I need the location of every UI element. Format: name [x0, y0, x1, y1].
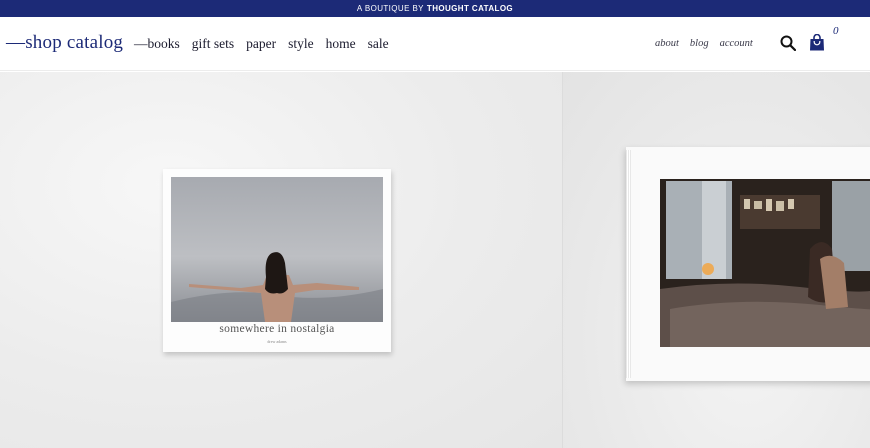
site-logo[interactable]: —shop catalog — [6, 32, 123, 54]
site-header: —shop catalog —books gift sets paper sty… — [0, 17, 870, 71]
nav-item-gift-sets[interactable]: gift sets — [192, 36, 234, 52]
book-open-spread[interactable] — [626, 147, 870, 381]
search-icon[interactable] — [780, 35, 797, 52]
nav-item-paper[interactable]: paper — [246, 36, 276, 52]
nav-item-home[interactable]: home — [326, 36, 356, 52]
secondary-nav: about blog account — [655, 38, 764, 49]
hero-banner[interactable]: somewhere in nostalgia drew adams — [0, 72, 870, 448]
nav-item-about[interactable]: about — [655, 38, 679, 49]
nav-item-style[interactable]: style — [288, 36, 314, 52]
nav-item-account[interactable]: account — [720, 38, 753, 49]
nav-item-sale[interactable]: sale — [368, 36, 389, 52]
nav-item-blog[interactable]: blog — [690, 38, 709, 49]
book-page-edges — [626, 150, 631, 378]
book-cover-nostalgia[interactable]: somewhere in nostalgia drew adams — [163, 169, 391, 352]
main-nav: —books gift sets paper style home sale — [134, 36, 401, 52]
panel-divider — [562, 72, 563, 448]
book-title: somewhere in nostalgia — [219, 323, 335, 335]
shopping-bag-icon[interactable] — [809, 33, 825, 51]
book-author: drew adams — [267, 339, 287, 344]
announcement-bar: A BOUTIQUE BY THOUGHT CATALOG — [0, 0, 870, 17]
book-spread-photo — [660, 179, 870, 347]
announcement-brand[interactable]: THOUGHT CATALOG — [427, 4, 513, 13]
nav-item-books[interactable]: —books — [134, 36, 180, 52]
announcement-prefix: A BOUTIQUE BY — [356, 4, 424, 13]
cart-count-badge[interactable]: 0 — [833, 25, 839, 37]
book-cover-photo — [171, 177, 383, 322]
